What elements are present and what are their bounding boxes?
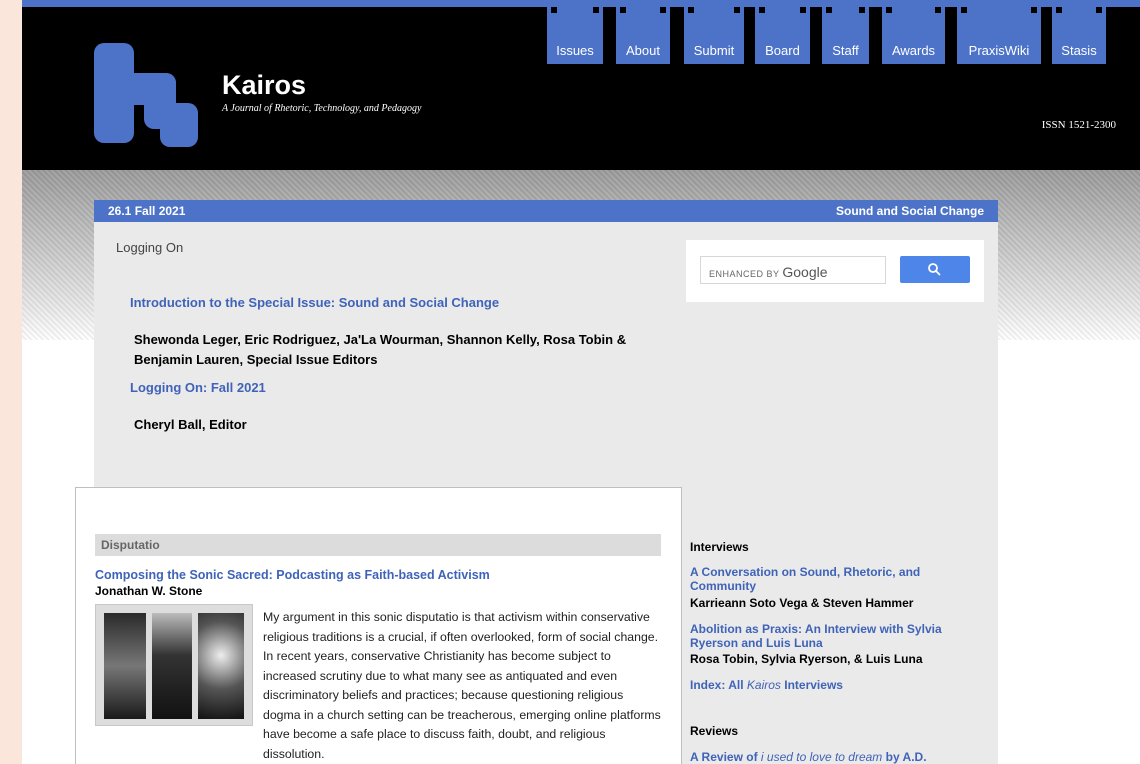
page: Kairos A Journal of Rhetoric, Technology… [22,0,1140,764]
review-suffix: by A.D. [882,750,927,764]
issue-theme[interactable]: Sound and Social Change [836,204,984,218]
google-brand: Google [782,264,828,280]
search-icon [928,263,941,276]
disputatio-heading: Disputatio [95,534,661,556]
nav-about[interactable]: About [616,7,670,64]
review-italic: i used to love to dream [760,750,883,764]
site-header: Kairos A Journal of Rhetoric, Technology… [22,7,1140,170]
article-author: Jonathan W. Stone [95,584,203,598]
search-button[interactable] [900,256,970,283]
top-accent-line [22,0,1140,7]
issue-bar: 26.1 Fall 2021 Sound and Social Change [94,200,998,222]
reviews-heading: Reviews [690,724,739,738]
thumbnail-church-image [104,613,146,719]
review-prefix: A Review of [690,750,761,764]
interview-link-1[interactable]: A Conversation on Sound, Rhetoric, and C… [690,565,960,593]
nav-board[interactable]: Board [755,7,810,64]
nav-staff[interactable]: Staff [822,7,869,64]
search-enhanced-label: ENHANCED BY [709,269,780,279]
index-italic: Kairos [746,678,781,692]
index-prefix: Index: All [690,678,747,692]
nav-awards[interactable]: Awards [882,7,945,64]
thumbnail-speaker-image [152,613,192,719]
site-subtitle: A Journal of Rhetoric, Technology, and P… [222,103,422,114]
nav-submit[interactable]: Submit [684,7,744,64]
issue-number[interactable]: 26.1 Fall 2021 [108,204,185,218]
interviews-heading: Interviews [690,540,749,554]
editor-name: Cheryl Ball, Editor [134,417,247,432]
article-abstract: My argument in this sonic disputatio is … [263,610,661,761]
index-suffix: Interviews [780,678,843,692]
interview-authors-1: Karrieann Soto Vega & Steven Hammer [690,596,914,610]
thumbnail-organ-image [198,613,244,719]
search-input[interactable]: ENHANCED BY Google [700,256,886,284]
logging-on-heading: Logging On [116,240,184,255]
article-thumbnail[interactable] [95,604,253,726]
article-title-link[interactable]: Composing the Sonic Sacred: Podcasting a… [95,568,490,582]
logging-on-fall-link[interactable]: Logging On: Fall 2021 [130,380,266,395]
review-link-1[interactable]: A Review of i used to love to dream by A… [690,750,927,764]
issn-label: ISSN 1521-2300 [1041,119,1116,131]
search-widget: ENHANCED BY Google [686,240,984,302]
interview-link-2[interactable]: Abolition as Praxis: An Interview with S… [690,622,970,650]
interviews-index-link[interactable]: Index: All Kairos Interviews [690,678,843,692]
special-issue-editors: Shewonda Leger, Eric Rodriguez, Ja'La Wo… [134,332,627,367]
main-nav: Issues About Submit Board Staff Awards P… [22,7,1140,67]
site-title[interactable]: Kairos [222,70,306,101]
intro-special-issue-link[interactable]: Introduction to the Special Issue: Sound… [130,295,499,310]
disputatio-panel: Disputatio Composing the Sonic Sacred: P… [75,487,682,764]
nav-praxiswiki[interactable]: PraxisWiki [957,7,1041,64]
interview-authors-2: Rosa Tobin, Sylvia Ryerson, & Luis Luna [690,652,923,666]
nav-issues[interactable]: Issues [547,7,603,64]
nav-stasis[interactable]: Stasis [1052,7,1106,64]
